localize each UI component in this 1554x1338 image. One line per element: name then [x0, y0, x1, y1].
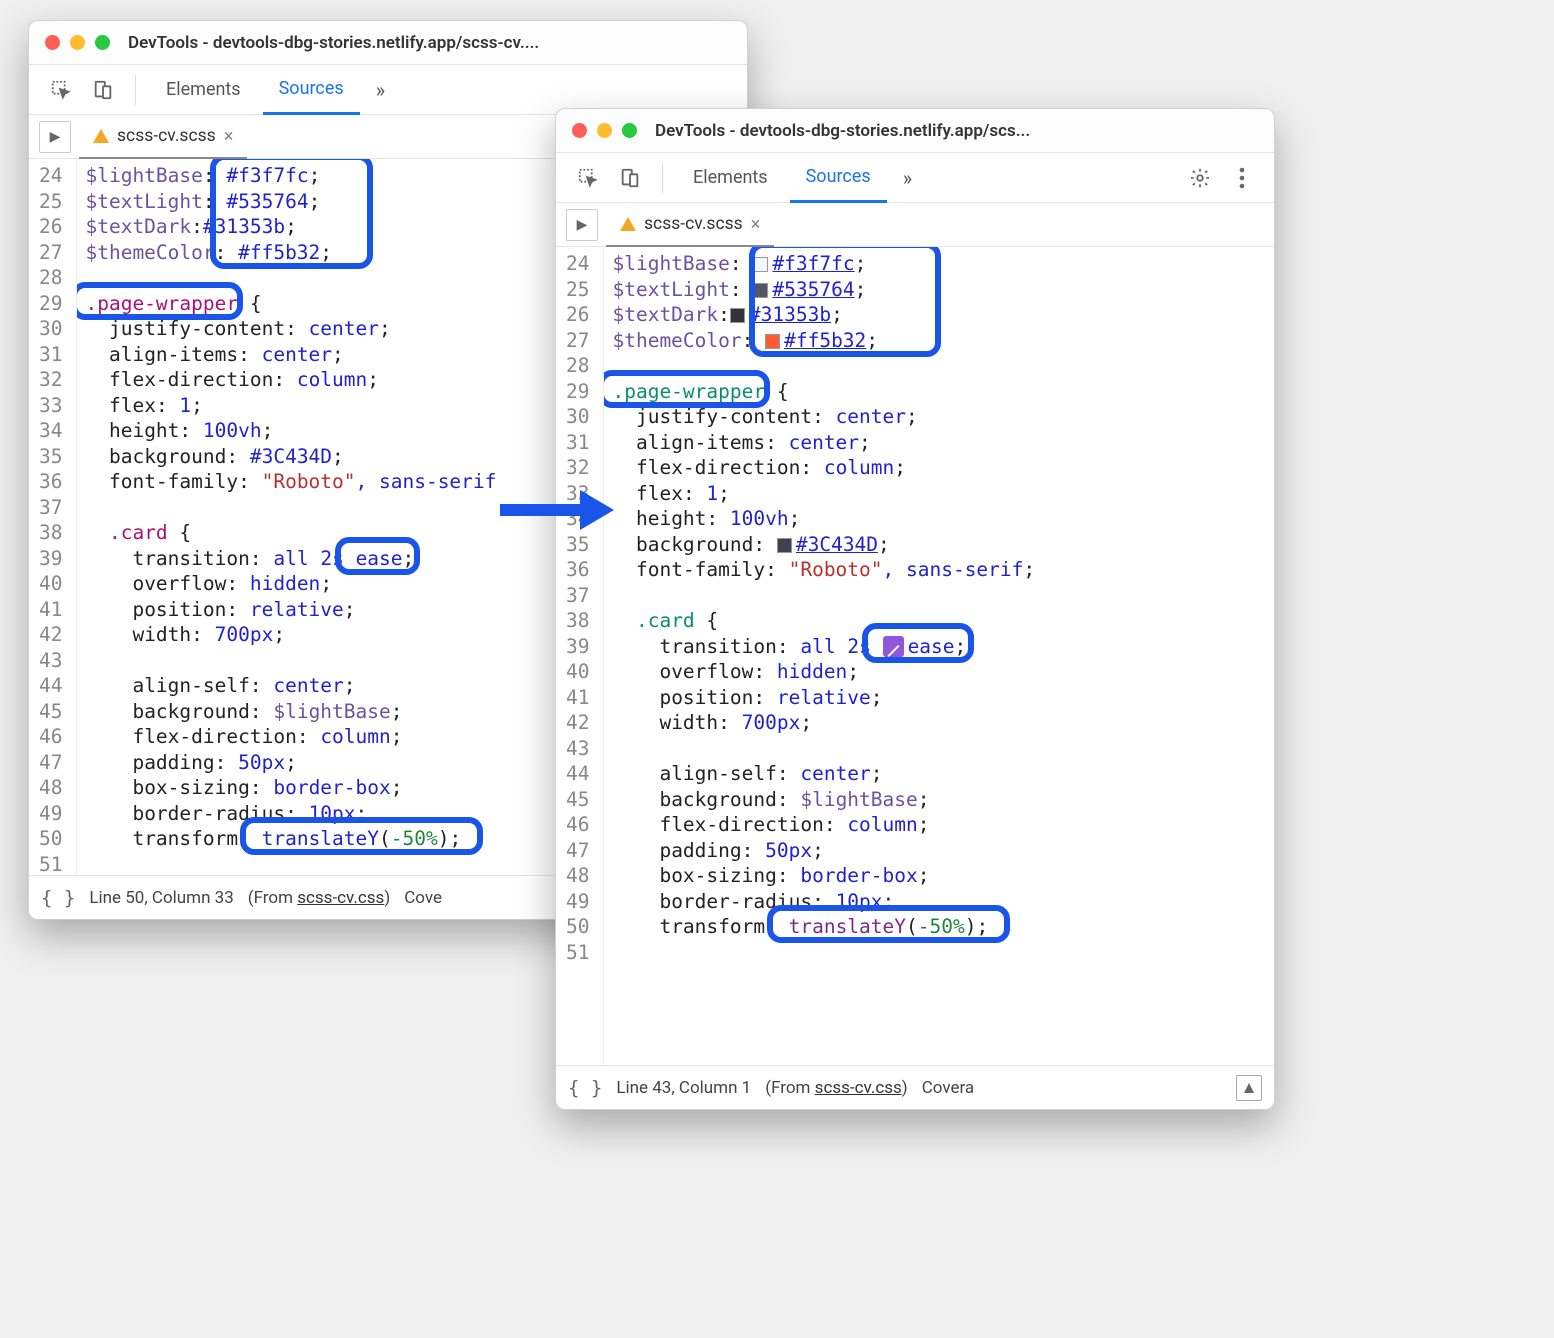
more-tabs-chevron-icon[interactable]: » [893, 166, 922, 190]
drawer-toggle-icon[interactable]: ▲ [1236, 1075, 1262, 1101]
device-icon[interactable] [612, 160, 648, 196]
bezier-swatch[interactable] [883, 636, 904, 657]
kebab-menu-icon[interactable] [1224, 160, 1260, 196]
status-bar: { } Line 43, Column 1 (From scss-cv.css)… [556, 1065, 1274, 1109]
tab-elements[interactable]: Elements [150, 65, 257, 115]
close-icon[interactable]: × [224, 126, 234, 147]
color-swatch[interactable] [753, 257, 768, 272]
file-tab-active[interactable]: scss-cv.scss × [79, 115, 247, 159]
source-map-link[interactable]: scss-cv.css [815, 1078, 902, 1098]
tab-sources[interactable]: Sources [790, 153, 887, 203]
window-title: DevTools - devtools-dbg-stories.netlify.… [655, 121, 1030, 141]
minimize-window-button[interactable] [597, 123, 612, 138]
cursor-position: Line 43, Column 1 [616, 1078, 751, 1098]
color-swatch[interactable] [730, 308, 745, 323]
close-window-button[interactable] [572, 123, 587, 138]
navigator-toggle-icon[interactable]: ▶ [566, 209, 598, 241]
more-tabs-chevron-icon[interactable]: » [366, 78, 395, 102]
file-tabs: ▶ scss-cv.scss × [556, 203, 1274, 247]
window-controls [45, 35, 110, 50]
window-title: DevTools - devtools-dbg-stories.netlify.… [128, 33, 539, 53]
navigator-toggle-icon[interactable]: ▶ [39, 121, 71, 153]
tab-elements[interactable]: Elements [677, 153, 784, 203]
coverage-label: Covera [922, 1078, 974, 1098]
titlebar: DevTools - devtools-dbg-stories.netlify.… [556, 109, 1274, 153]
file-name: scss-cv.scss [117, 126, 216, 146]
code-editor[interactable]: 24 25 26 27 28 29 30 31 32 33 34 35 36 3… [556, 247, 1274, 1065]
minimize-window-button[interactable] [70, 35, 85, 50]
file-tab-active[interactable]: scss-cv.scss × [606, 203, 774, 247]
close-icon[interactable]: × [751, 214, 761, 235]
gear-icon[interactable] [1182, 160, 1218, 196]
maximize-window-button[interactable] [95, 35, 110, 50]
window-controls [572, 123, 637, 138]
maximize-window-button[interactable] [622, 123, 637, 138]
code-content[interactable]: $lightBase: #f3f7fc; $textLight: #535764… [604, 247, 1274, 1065]
titlebar: DevTools - devtools-dbg-stories.netlify.… [29, 21, 747, 65]
warning-icon [93, 129, 109, 143]
device-icon[interactable] [85, 72, 121, 108]
format-icon[interactable]: { } [568, 1077, 602, 1099]
source-map-link[interactable]: scss-cv.css [297, 888, 384, 908]
color-swatch[interactable] [753, 283, 768, 298]
source-from: (From scss-cv.css) [248, 888, 390, 908]
main-toolbar: Elements Sources » [556, 153, 1274, 203]
inspect-icon[interactable] [43, 72, 79, 108]
close-window-button[interactable] [45, 35, 60, 50]
format-icon[interactable]: { } [41, 887, 75, 909]
inspect-icon[interactable] [570, 160, 606, 196]
source-from: (From scss-cv.css) [765, 1078, 907, 1098]
tab-sources[interactable]: Sources [263, 65, 360, 115]
line-gutter: 24 25 26 27 28 29 30 31 32 33 34 35 36 3… [556, 247, 604, 1065]
line-gutter: 24 25 26 27 28 29 30 31 32 33 34 35 36 3… [29, 159, 77, 875]
warning-icon [620, 217, 636, 231]
color-swatch[interactable] [765, 334, 780, 349]
color-swatch[interactable] [777, 538, 792, 553]
cursor-position: Line 50, Column 33 [89, 888, 233, 908]
devtools-window-right: DevTools - devtools-dbg-stories.netlify.… [555, 108, 1275, 1110]
file-name: scss-cv.scss [644, 214, 743, 234]
coverage-label: Cove [404, 888, 442, 908]
comparison-arrow-icon [500, 494, 620, 526]
